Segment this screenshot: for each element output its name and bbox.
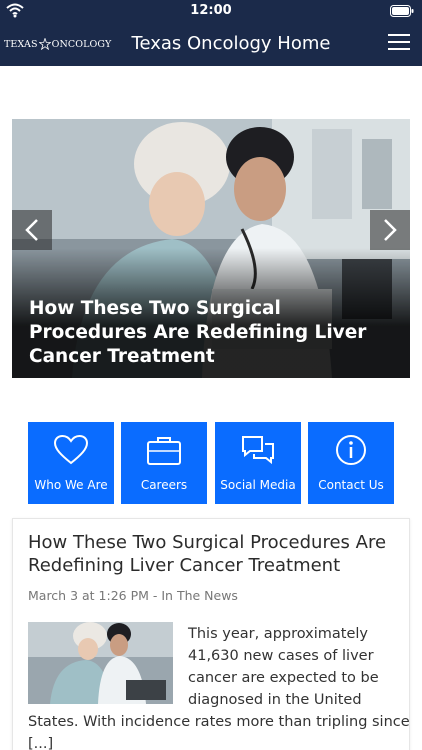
tile-label: Careers (140, 478, 188, 492)
texas-oncology-logo[interactable]: TEXAS ONCOLOGY (4, 36, 111, 52)
app-header: TEXAS ONCOLOGY Texas Oncology Home (0, 22, 422, 66)
news-article-card[interactable]: How These Two Surgical Procedures Are Re… (12, 518, 410, 750)
carousel-next-button[interactable] (370, 210, 410, 250)
article-title[interactable]: How These Two Surgical Procedures Are Re… (28, 531, 397, 577)
who-we-are-button[interactable]: Who We Are (28, 422, 114, 504)
menu-bar (388, 41, 410, 43)
careers-button[interactable]: Careers (121, 422, 207, 504)
tile-label: Contact Us (318, 478, 384, 492)
article-photo (28, 622, 173, 704)
logo-text-texas: TEXAS (4, 38, 38, 50)
hero-carousel[interactable]: How These Two Surgical Procedures Are Re… (12, 119, 410, 378)
info-icon (336, 435, 366, 465)
chevron-left-icon (25, 219, 38, 241)
briefcase-icon (147, 437, 181, 465)
battery-icon (390, 5, 414, 17)
article-meta: March 3 at 1:26 PM - In The News (28, 588, 238, 603)
carousel-prev-button[interactable] (12, 210, 52, 250)
chat-bubbles-icon (242, 436, 274, 465)
article-thumbnail[interactable] (28, 622, 173, 704)
contact-us-button[interactable]: Contact Us (308, 422, 394, 504)
status-time: 12:00 (190, 3, 232, 18)
article-excerpt-continued: States. With incidence rates more than t… (28, 711, 410, 750)
page-title: Texas Oncology Home (131, 33, 331, 54)
article-excerpt: This year, approximately 41,630 new case… (188, 626, 379, 708)
heart-icon (53, 434, 89, 465)
menu-bar (388, 34, 410, 36)
hero-caption[interactable]: How These Two Surgical Procedures Are Re… (29, 297, 396, 369)
read-more-ellipsis[interactable]: [...] (28, 736, 53, 750)
chevron-right-icon (384, 219, 397, 241)
quick-links: Who We Are Careers Social Media Contact … (28, 422, 395, 504)
social-media-button[interactable]: Social Media (215, 422, 301, 504)
tile-label: Social Media (220, 478, 296, 492)
status-bar: 12:00 (0, 0, 422, 22)
article-excerpt-line: States. With incidence rates more than t… (28, 714, 410, 730)
menu-bar (388, 48, 410, 50)
hamburger-menu-button[interactable] (388, 34, 410, 54)
star-icon (38, 38, 51, 50)
tile-label: Who We Are (34, 478, 108, 492)
